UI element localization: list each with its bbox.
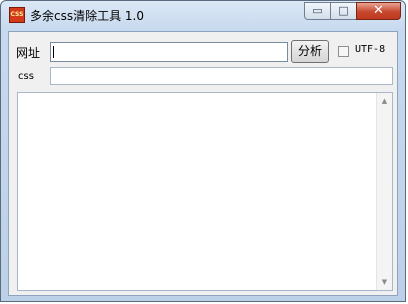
utf8-checkbox[interactable] [338,46,349,57]
output-textarea[interactable]: ▲ ▼ [17,92,393,291]
url-label: 网址 [16,46,41,60]
close-button[interactable]: ✕ [356,2,401,20]
vertical-scrollbar[interactable]: ▲ ▼ [376,93,392,290]
maximize-button[interactable]: □ [330,2,357,20]
css-input[interactable] [50,67,393,85]
minimize-button[interactable]: ▭ [304,2,331,20]
utf8-label[interactable]: UTF-8 [355,44,385,55]
scroll-up-arrow-icon[interactable]: ▲ [377,93,392,109]
css-label: css [18,71,34,82]
url-input[interactable] [50,42,288,62]
window-title: 多余css清除工具 1.0 [30,9,145,23]
title-bar[interactable]: CSS 多余css清除工具 1.0 ▭ □ ✕ [1,1,407,31]
app-window: CSS 多余css清除工具 1.0 ▭ □ ✕ 网址 分析 UTF-8 css … [0,0,406,302]
analyze-button[interactable]: 分析 [291,40,329,63]
scroll-down-arrow-icon[interactable]: ▼ [377,274,392,290]
client-area: 网址 分析 UTF-8 css ▲ ▼ [8,31,398,296]
css-app-icon: CSS [9,7,25,23]
